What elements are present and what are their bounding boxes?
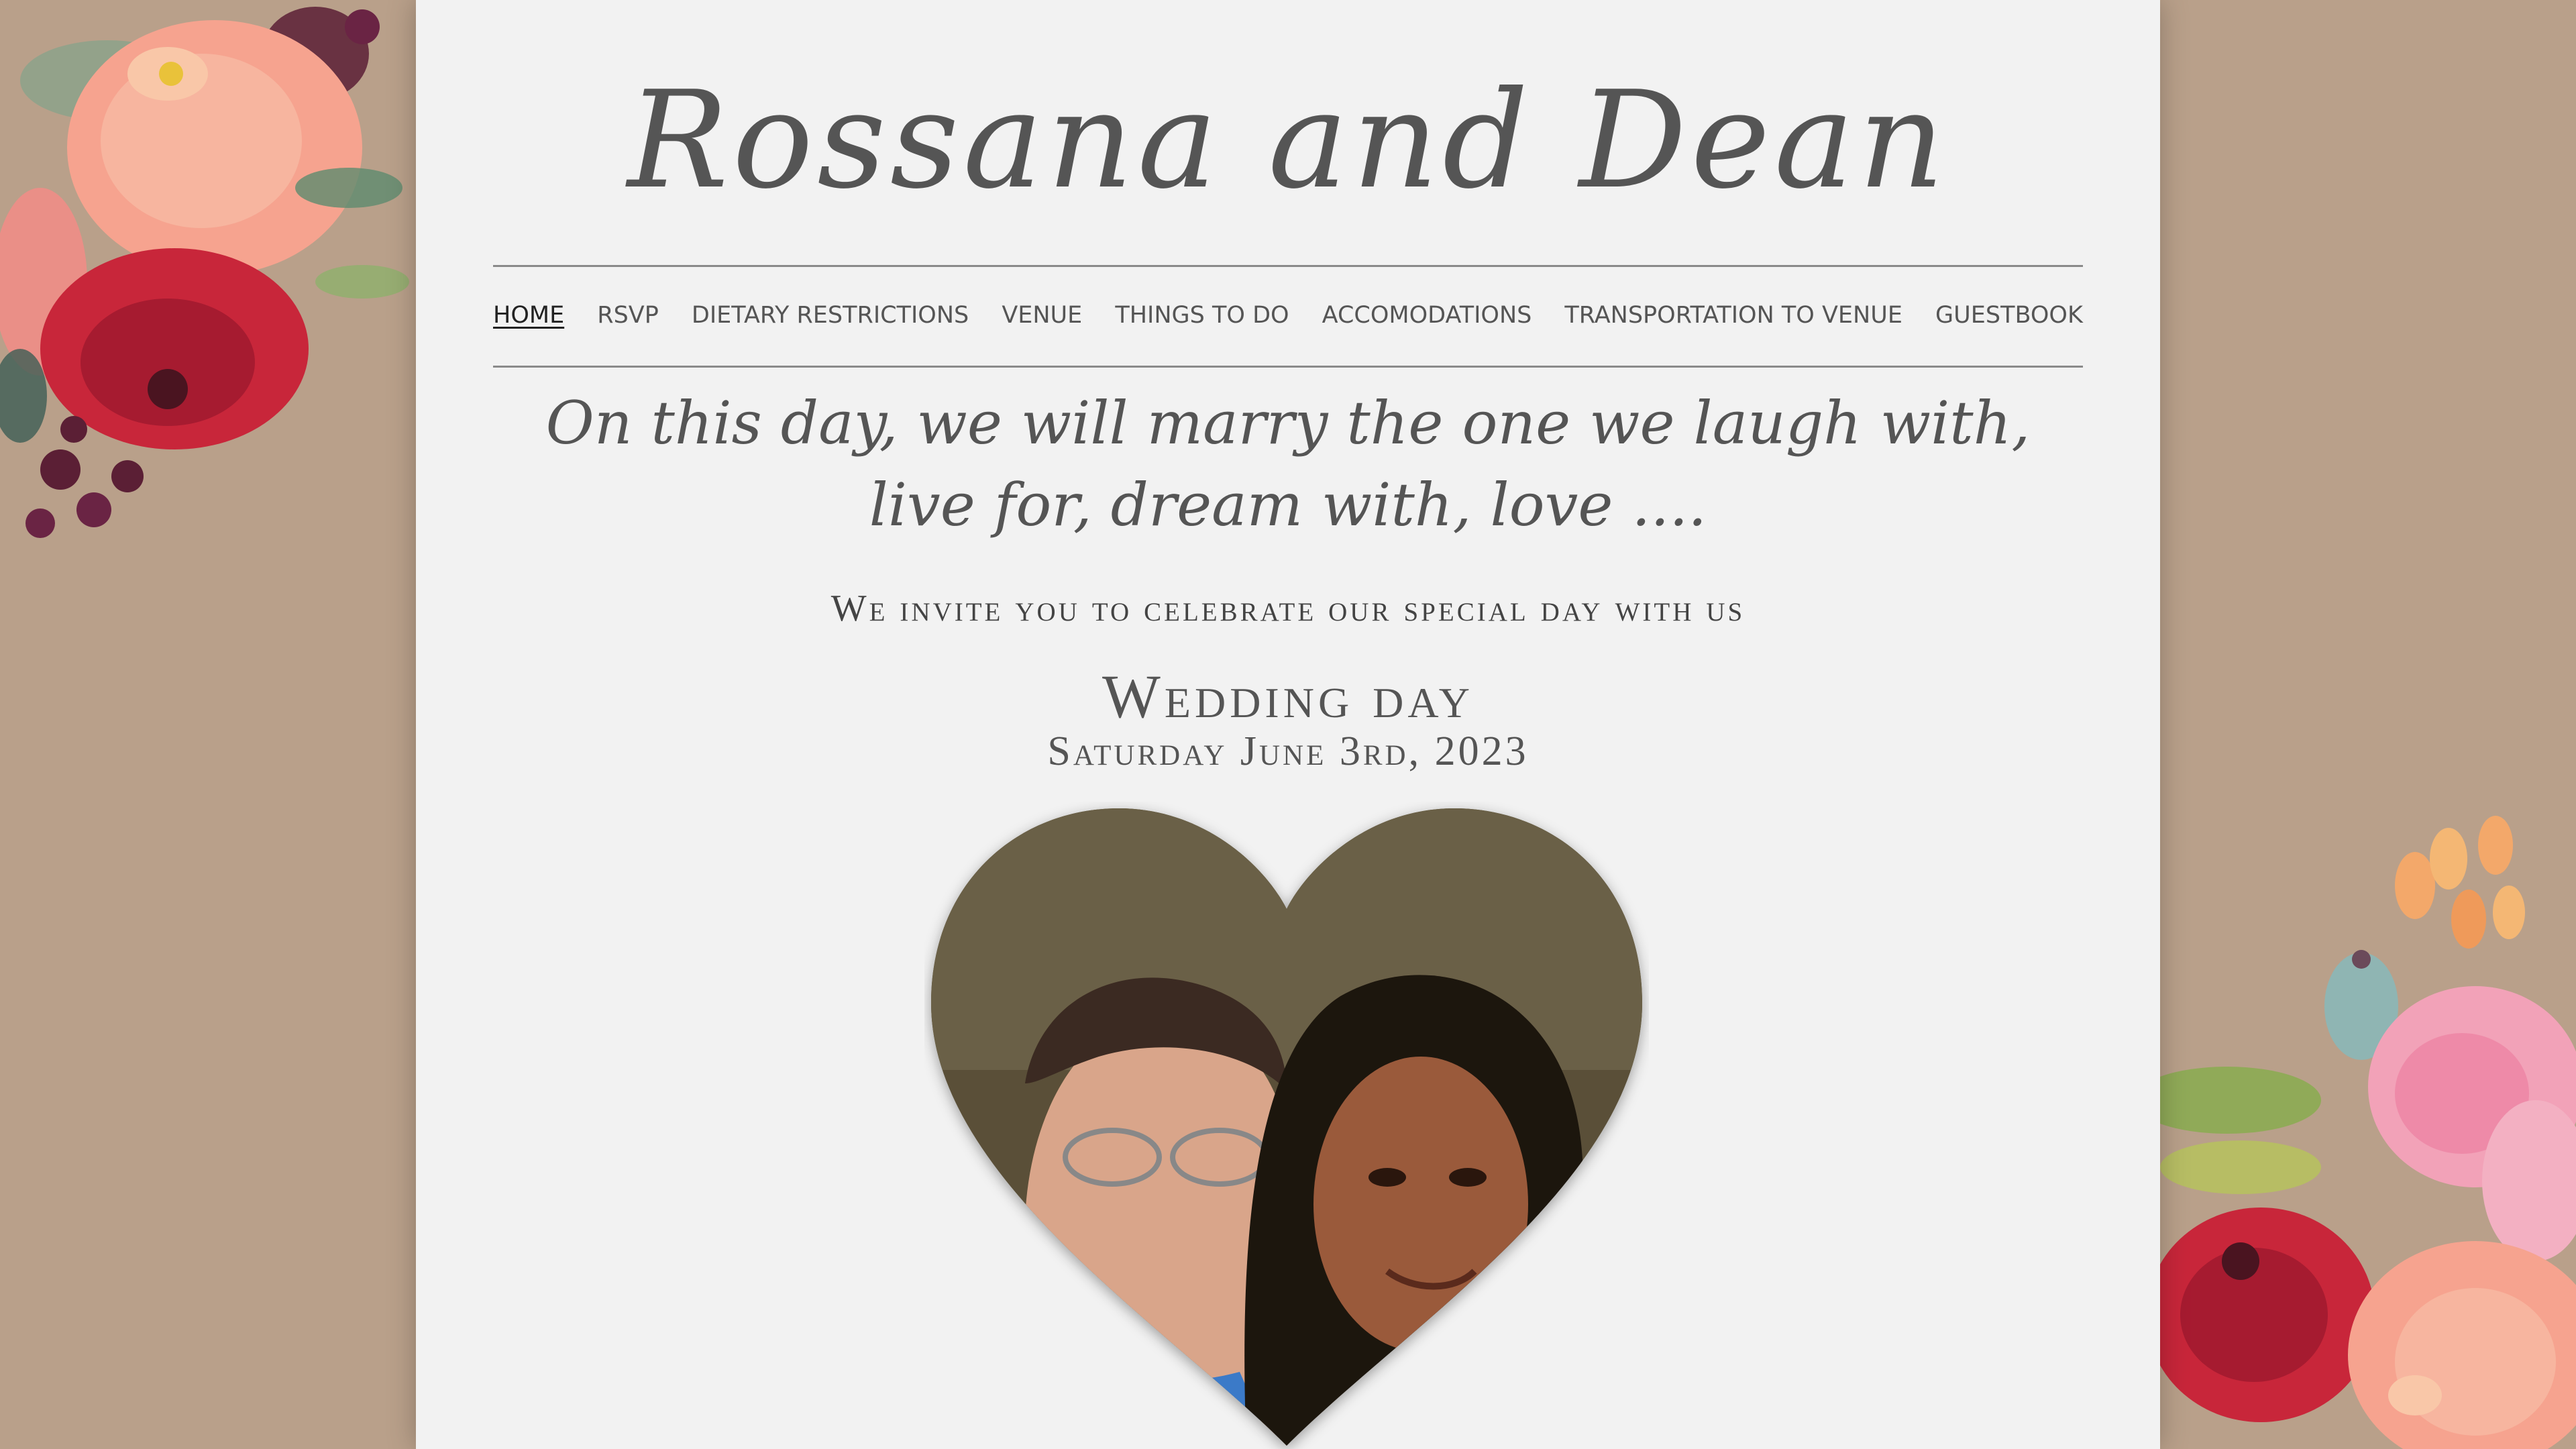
hero-quote-line1: On this day, we will marry the one we la…	[545, 388, 2031, 458]
nav-item-transportation[interactable]: TRANSPORTATION TO VENUE	[1564, 302, 1902, 329]
site-title: Rossana and Dean	[627, 62, 1949, 219]
couple-photo-heart	[931, 808, 1642, 1446]
nav-item-venue[interactable]: VENUE	[1002, 302, 1082, 329]
nav-item-dietary-restrictions[interactable]: DIETARY RESTRICTIONS	[692, 302, 969, 329]
page-content: Rossana and Dean HOME RSVP DIETARY RESTR…	[416, 0, 2160, 1449]
left-floral-decoration	[0, 7, 409, 538]
nav-item-guestbook[interactable]: GUESTBOOK	[1935, 302, 2083, 329]
right-floral-decoration	[2160, 816, 2576, 1449]
nav-item-accomodations[interactable]: ACCOMODATIONS	[1322, 302, 1532, 329]
wedding-day-heading: Wedding day	[1102, 662, 1474, 731]
hero-quote-line2: live for, dream with, love ....	[869, 470, 1707, 539]
nav-top-divider	[493, 265, 2083, 267]
wedding-date: Saturday June 3rd, 2023	[1047, 729, 1529, 774]
nav-item-things-to-do[interactable]: THINGS TO DO	[1115, 302, 1289, 329]
nav-bottom-divider	[493, 366, 2083, 368]
nav-item-home[interactable]: HOME	[493, 302, 564, 329]
main-navigation: HOME RSVP DIETARY RESTRICTIONS VENUE THI…	[493, 268, 2083, 362]
nav-item-rsvp[interactable]: RSVP	[597, 302, 659, 329]
hero-quote: On this day, we will marry the one we la…	[416, 382, 2160, 546]
invitation-text: We invite you to celebrate our special d…	[830, 588, 1746, 629]
